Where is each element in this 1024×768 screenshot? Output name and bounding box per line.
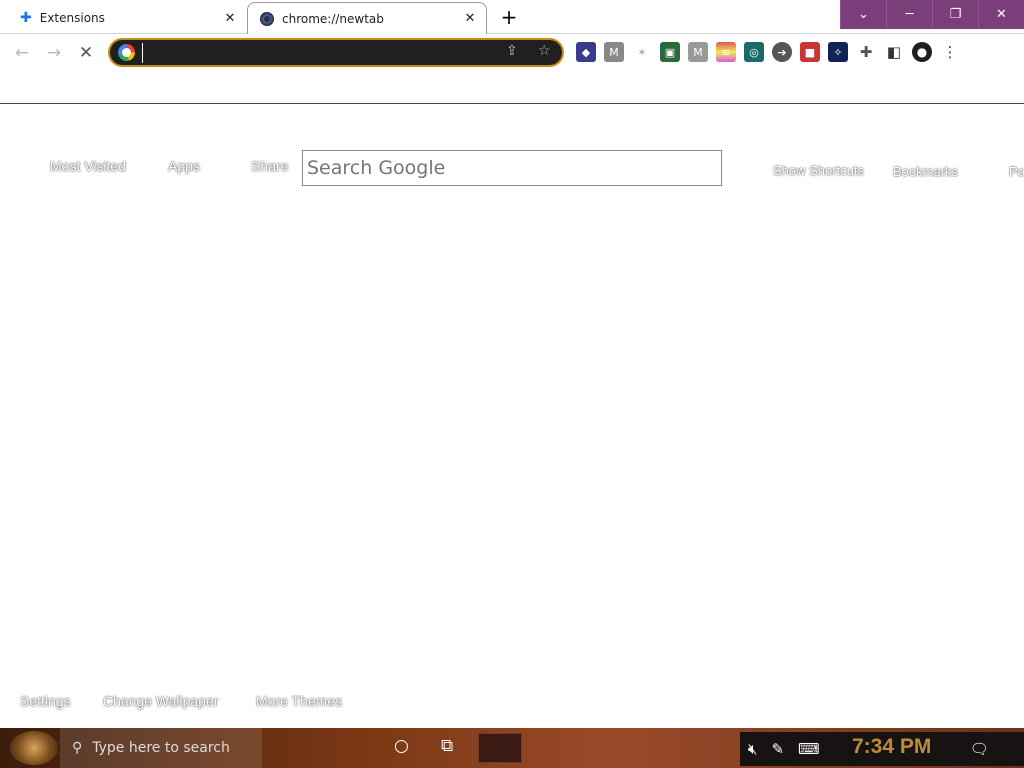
puzzle-icon: ✚ [20,10,32,26]
extension-10-icon[interactable]: ✧ [828,42,848,62]
divider-line [0,103,1024,104]
restore-button[interactable]: ❐ [932,0,978,29]
extension-8-icon[interactable]: ➔ [772,42,792,62]
stop-loading-icon[interactable]: ✕ [75,42,97,64]
notifications-icon[interactable]: 🗨︎ [970,740,989,758]
link-share[interactable]: Share [251,158,288,174]
google-search-input[interactable] [302,150,722,186]
start-button[interactable] [10,731,58,765]
link-bookmarks[interactable]: Bookmarks [893,164,958,179]
task-view-icon[interactable]: ⧉ [441,736,453,756]
side-panel-icon[interactable]: ◧ [884,42,904,62]
extension-7-icon[interactable]: ◎ [744,42,764,62]
window-controls: ⌄ ─ ❐ ✕ [840,0,1024,29]
extension-1-icon[interactable]: ◆ [576,42,596,62]
link-settings[interactable]: Settings [20,693,71,709]
extension-icons: ◆ M ✶ ▣ M ≡ ◎ ➔ ■ ✧ ✚ ◧ ● ⋮ [576,42,960,62]
extension-4-icon[interactable]: ▣ [660,42,680,62]
extension-9-icon[interactable]: ■ [800,42,820,62]
address-bar[interactable]: ⇪ ☆ [108,38,564,67]
bookmark-star-icon[interactable]: ☆ [538,43,551,59]
extension-3-icon[interactable]: ✶ [632,42,652,62]
tab-search-chevron-icon[interactable]: ⌄ [840,0,886,29]
cortana-circle-icon[interactable]: ○ [394,736,409,756]
link-more-cutoff[interactable]: Po [1009,164,1024,179]
taskbar-search[interactable]: ⚲ Type here to search [60,728,262,768]
forward-arrow-icon[interactable]: → [43,42,65,64]
close-tab-icon[interactable]: ✕ [460,11,480,26]
extension-2-icon[interactable]: M [604,42,624,62]
address-input[interactable] [142,43,492,63]
search-icon: ⚲ [72,740,83,756]
tab-extensions[interactable]: ✚ Extensions ✕ [0,2,246,34]
tab-strip: ✚ Extensions ✕ chrome://newtab ✕ + ⌄ ─ ❐… [0,0,1024,34]
extensions-puzzle-icon[interactable]: ✚ [856,42,876,62]
profile-avatar-icon[interactable]: ● [912,42,932,62]
taskbar-clock[interactable]: 7:34 PM [852,735,931,759]
extension-6-icon[interactable]: ≡ [716,42,736,62]
pinned-app-icon[interactable] [478,733,522,763]
tab-label: chrome://newtab [282,11,384,26]
taskbar-search-placeholder: Type here to search [92,740,230,756]
browser-toolbar: ← → ✕ ⇪ ☆ ◆ M ✶ ▣ M ≡ ◎ ➔ ■ ✧ ✚ ◧ ● ⋮ [0,34,1024,72]
close-tab-icon[interactable]: ✕ [220,11,240,26]
link-change-wallpaper[interactable]: Change Wallpaper [103,693,218,709]
keyboard-icon[interactable]: ⌨ [798,740,820,758]
chrome-theme-icon [260,11,274,26]
minimize-button[interactable]: ─ [886,0,932,29]
back-arrow-icon[interactable]: ← [11,42,33,64]
link-show-shortcuts[interactable]: Show Shortcuts [773,163,864,178]
new-tab-button[interactable]: + [498,5,520,29]
volume-muted-icon[interactable]: 🔇︎ [748,740,757,758]
pen-icon[interactable]: ✎ [771,740,784,758]
share-icon[interactable]: ⇪ [506,43,518,59]
tab-newtab[interactable]: chrome://newtab ✕ [247,2,487,34]
tab-label: Extensions [39,11,105,25]
link-more-themes[interactable]: More Themes [256,693,342,709]
menu-kebab-icon[interactable]: ⋮ [940,42,960,62]
link-apps[interactable]: Apps [168,158,200,174]
google-icon [118,44,135,61]
extension-5-icon[interactable]: M [688,42,708,62]
close-window-button[interactable]: ✕ [978,0,1024,29]
link-most-visited[interactable]: Most Visited [50,158,126,174]
